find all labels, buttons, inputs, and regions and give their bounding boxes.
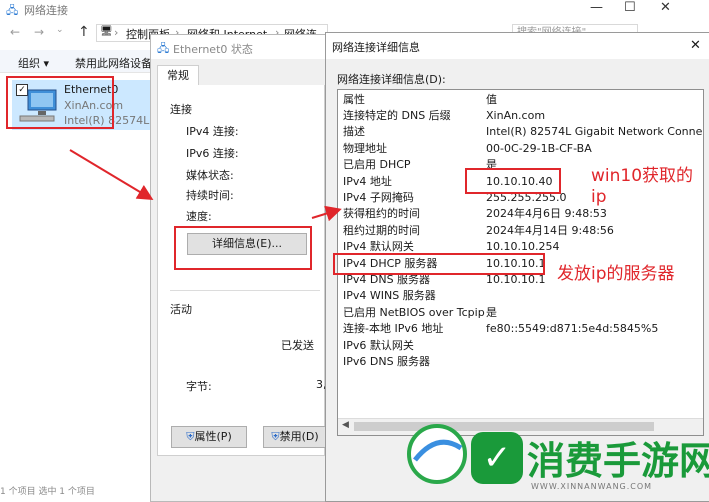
watermark-brand: 消费手游网 bbox=[527, 439, 709, 483]
watermark-logo-icon bbox=[407, 424, 467, 484]
watermark-url: WWW.XINNANWANG.COM bbox=[531, 482, 653, 491]
watermark-check-icon: ✓ bbox=[471, 432, 523, 484]
arrow-to-status-dialog bbox=[69, 149, 154, 201]
arrow-to-details-dialog bbox=[311, 205, 342, 222]
watermark: ✓ 消费手游网 WWW.XINNANWANG.COM bbox=[405, 418, 709, 500]
